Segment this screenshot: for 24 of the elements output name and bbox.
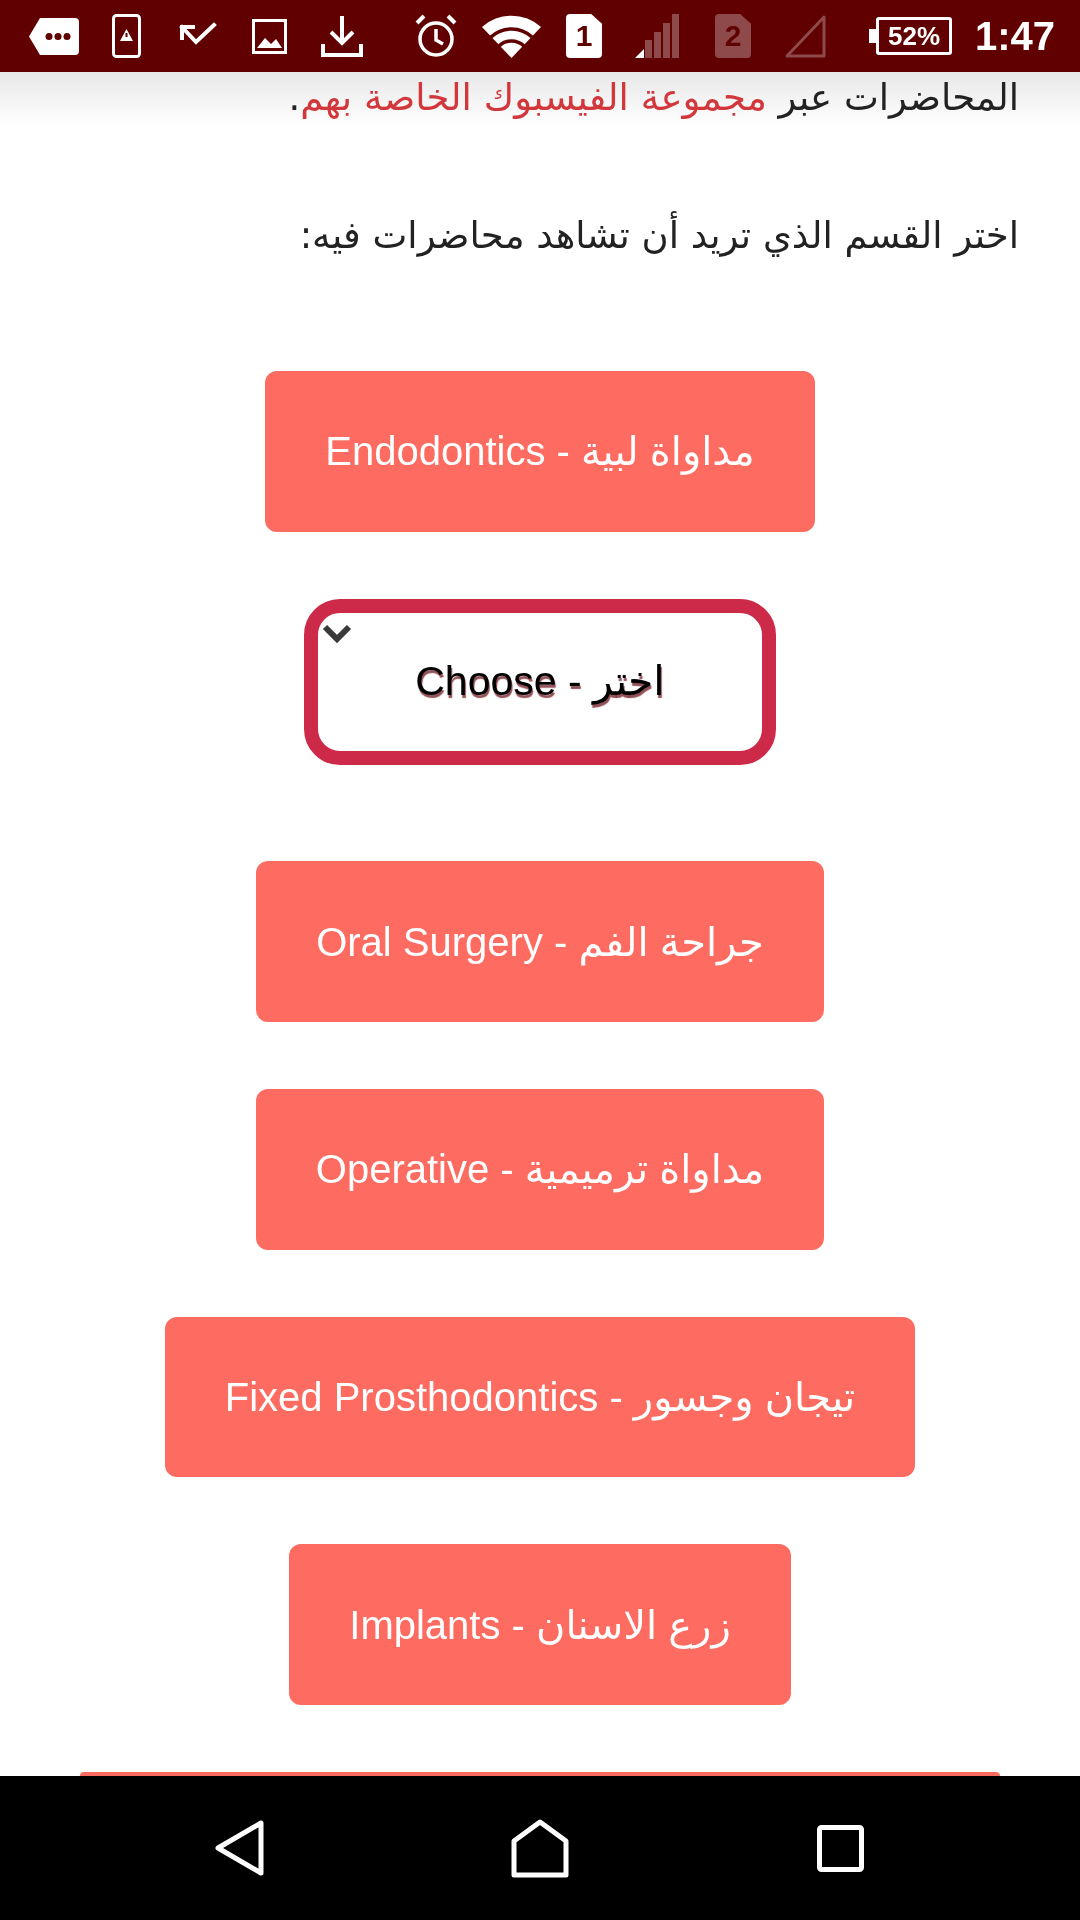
section-prompt: اختر القسم الذي تريد أن تشاهد محاضرات فيه: xyxy=(0,210,1080,262)
section-button[interactable]: Implants - زرع الاسنان xyxy=(289,1544,791,1705)
sim-indicator: 2 xyxy=(715,14,751,58)
image-icon xyxy=(252,18,287,54)
signal-bars-icon xyxy=(635,14,679,58)
facebook-group-link[interactable]: مجموعة الفيسبوك الخاصة بهم xyxy=(300,76,767,119)
back-icon[interactable] xyxy=(215,1820,265,1876)
home-icon[interactable] xyxy=(511,1818,569,1878)
no-signal-icon xyxy=(784,14,826,58)
more-notifications-icon xyxy=(29,17,79,55)
section-button[interactable]: Fixed Prosthodontics - تيجان وجسور xyxy=(164,1316,916,1478)
recent-apps-icon[interactable] xyxy=(816,1824,864,1872)
download-icon xyxy=(321,14,363,58)
alarm-icon xyxy=(415,14,457,58)
section-button[interactable]: Endodontics - مداواة لبية xyxy=(265,371,815,532)
section-button[interactable]: Oral Surgery - جراحة الفم xyxy=(256,861,824,1022)
phone-alert-icon xyxy=(112,14,141,58)
section-button[interactable]: Operative - مداواة ترميمية xyxy=(255,1089,825,1250)
wifi-icon xyxy=(482,14,541,58)
intro-text: المحاضرات عبر مجموعة الفيسبوك الخاصة بهم. xyxy=(287,75,1020,121)
battery-indicator: 52% xyxy=(869,17,952,55)
sim-indicator: 1 xyxy=(566,14,602,58)
section-dropdown[interactable]: Choose - اختر xyxy=(304,598,776,766)
clock-time: 1:47 xyxy=(975,16,1056,56)
